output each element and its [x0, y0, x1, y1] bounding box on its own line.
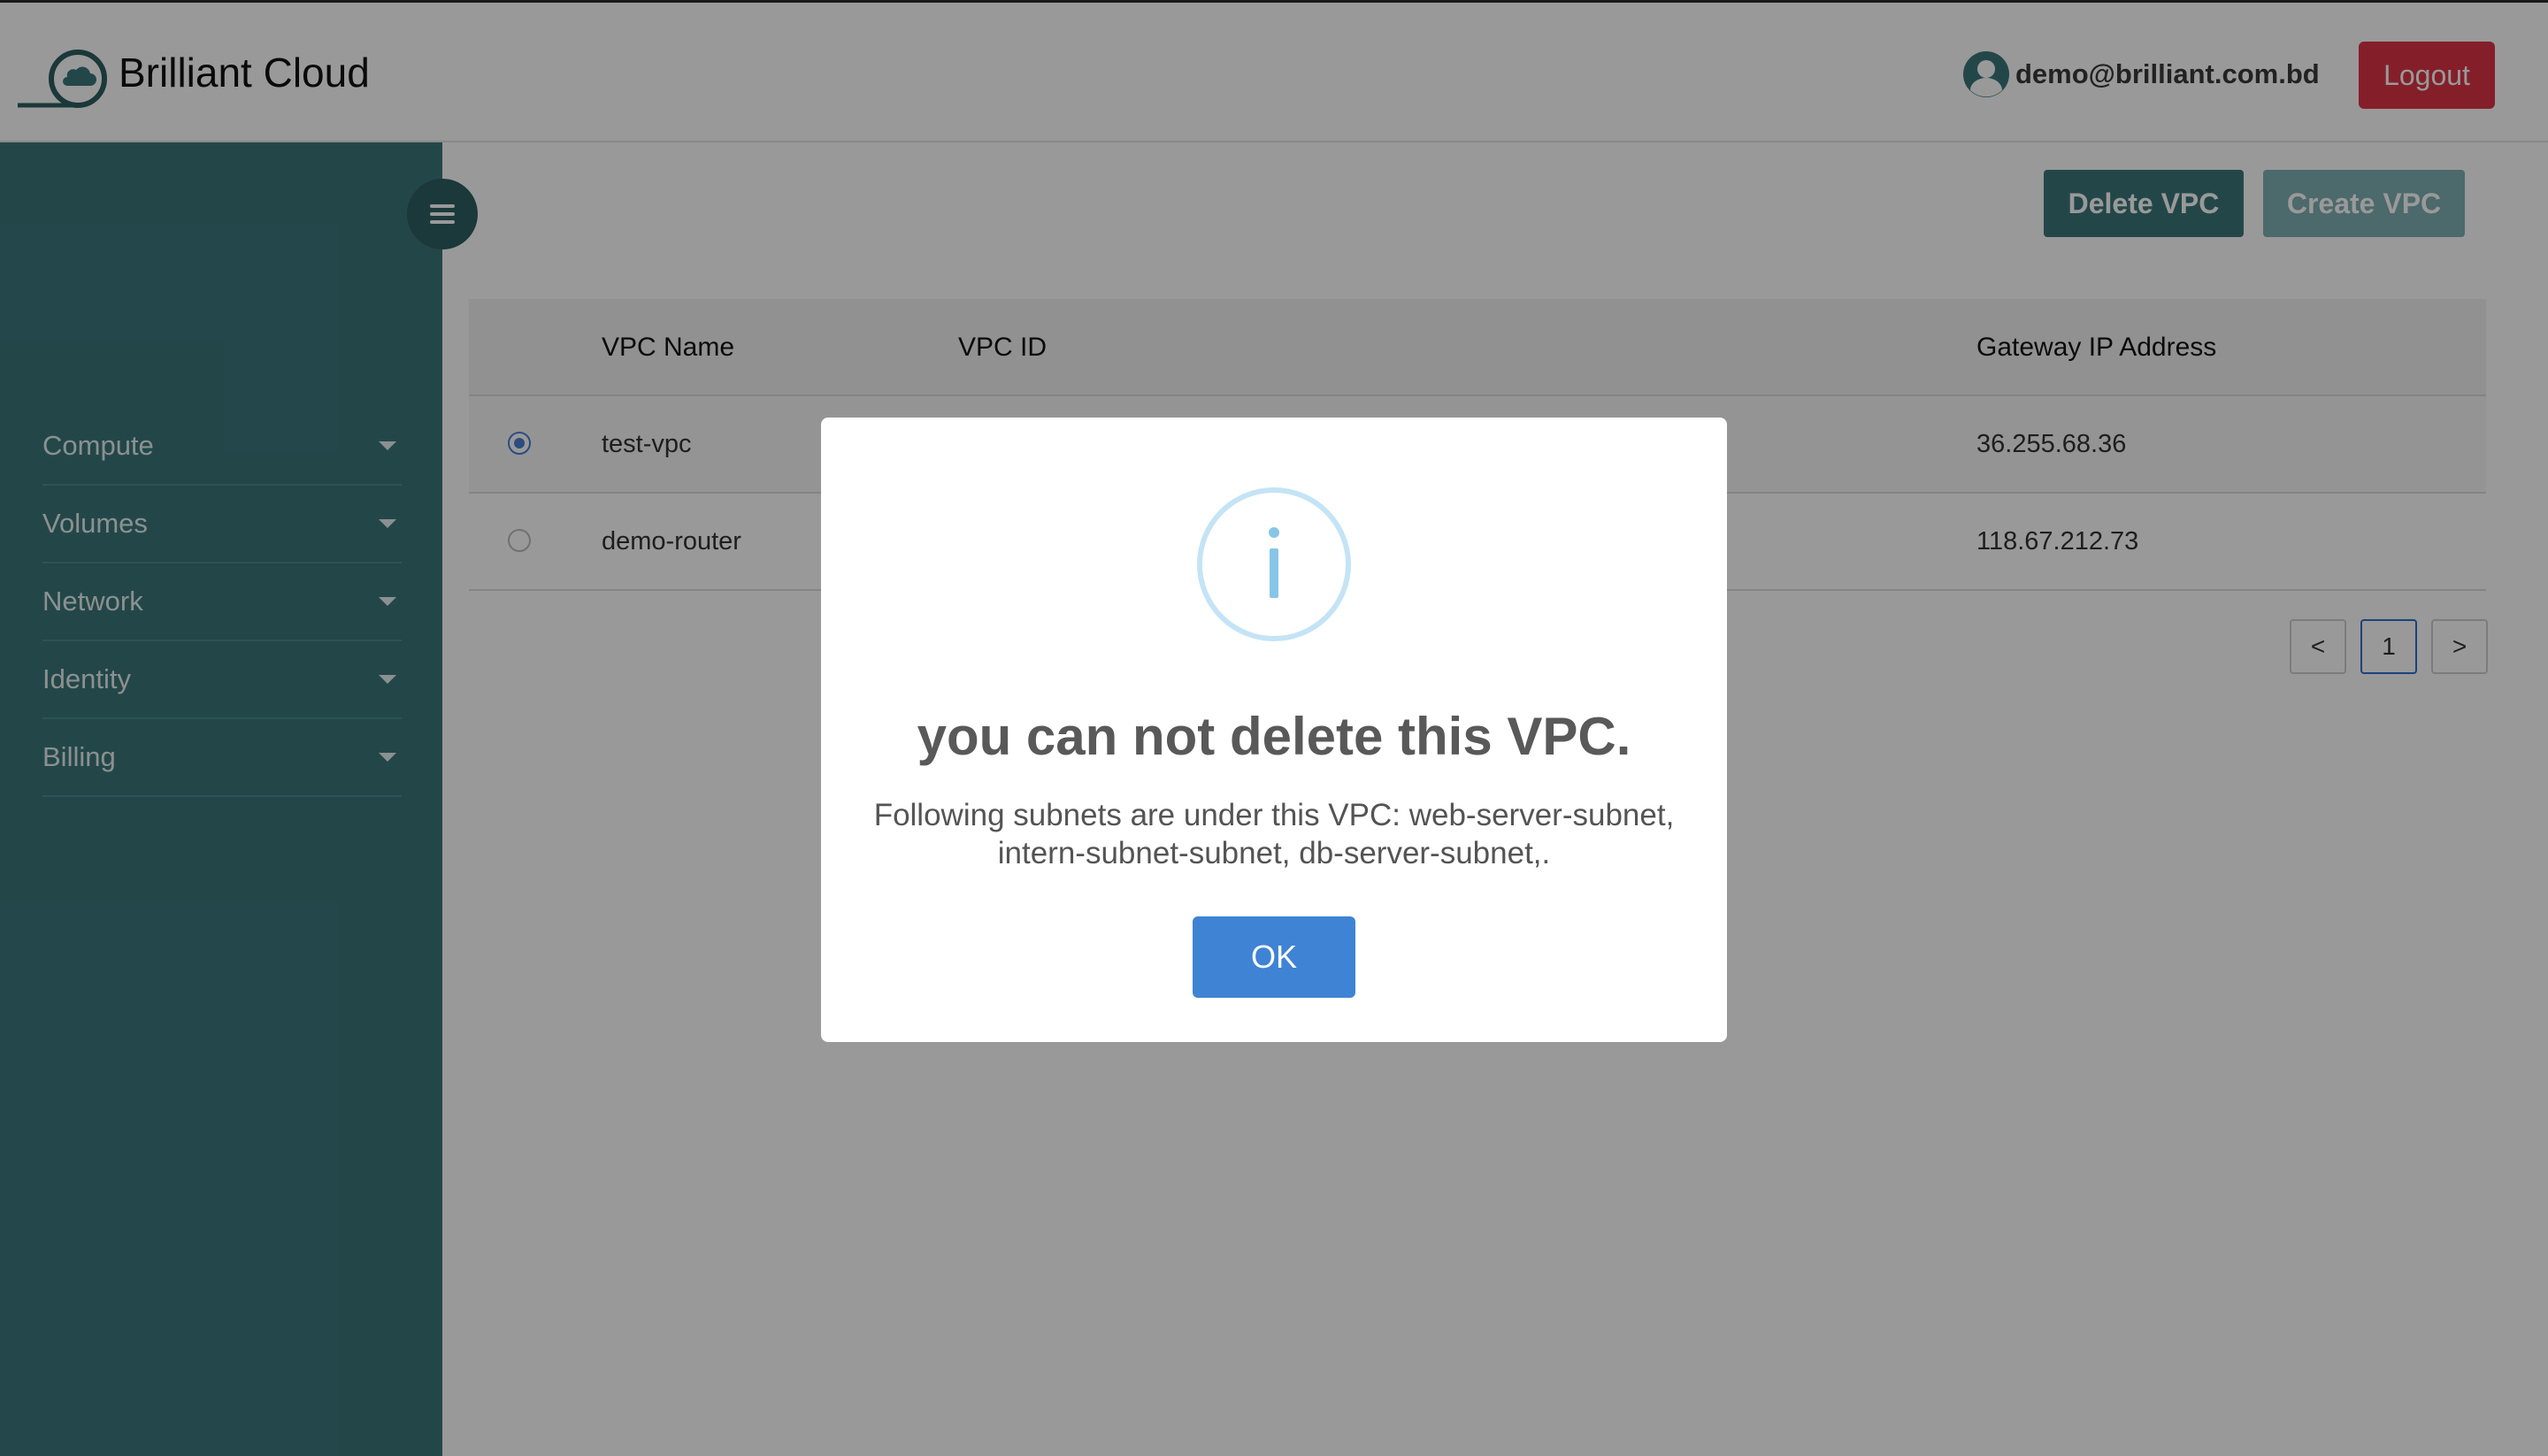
dialog-message: Following subnets are under this VPC: we… [848, 796, 1700, 872]
alert-dialog: you can not delete this VPC. Following s… [821, 418, 1727, 1042]
dialog-message-line: Following subnets are under this VPC: we… [873, 798, 1675, 832]
dialog-title: you can not delete this VPC. [917, 707, 1631, 766]
ok-button[interactable]: OK [1193, 916, 1355, 998]
dialog-message-line: intern-subnet-subnet, db-server-subnet,. [997, 836, 1551, 870]
info-icon [1197, 487, 1351, 641]
